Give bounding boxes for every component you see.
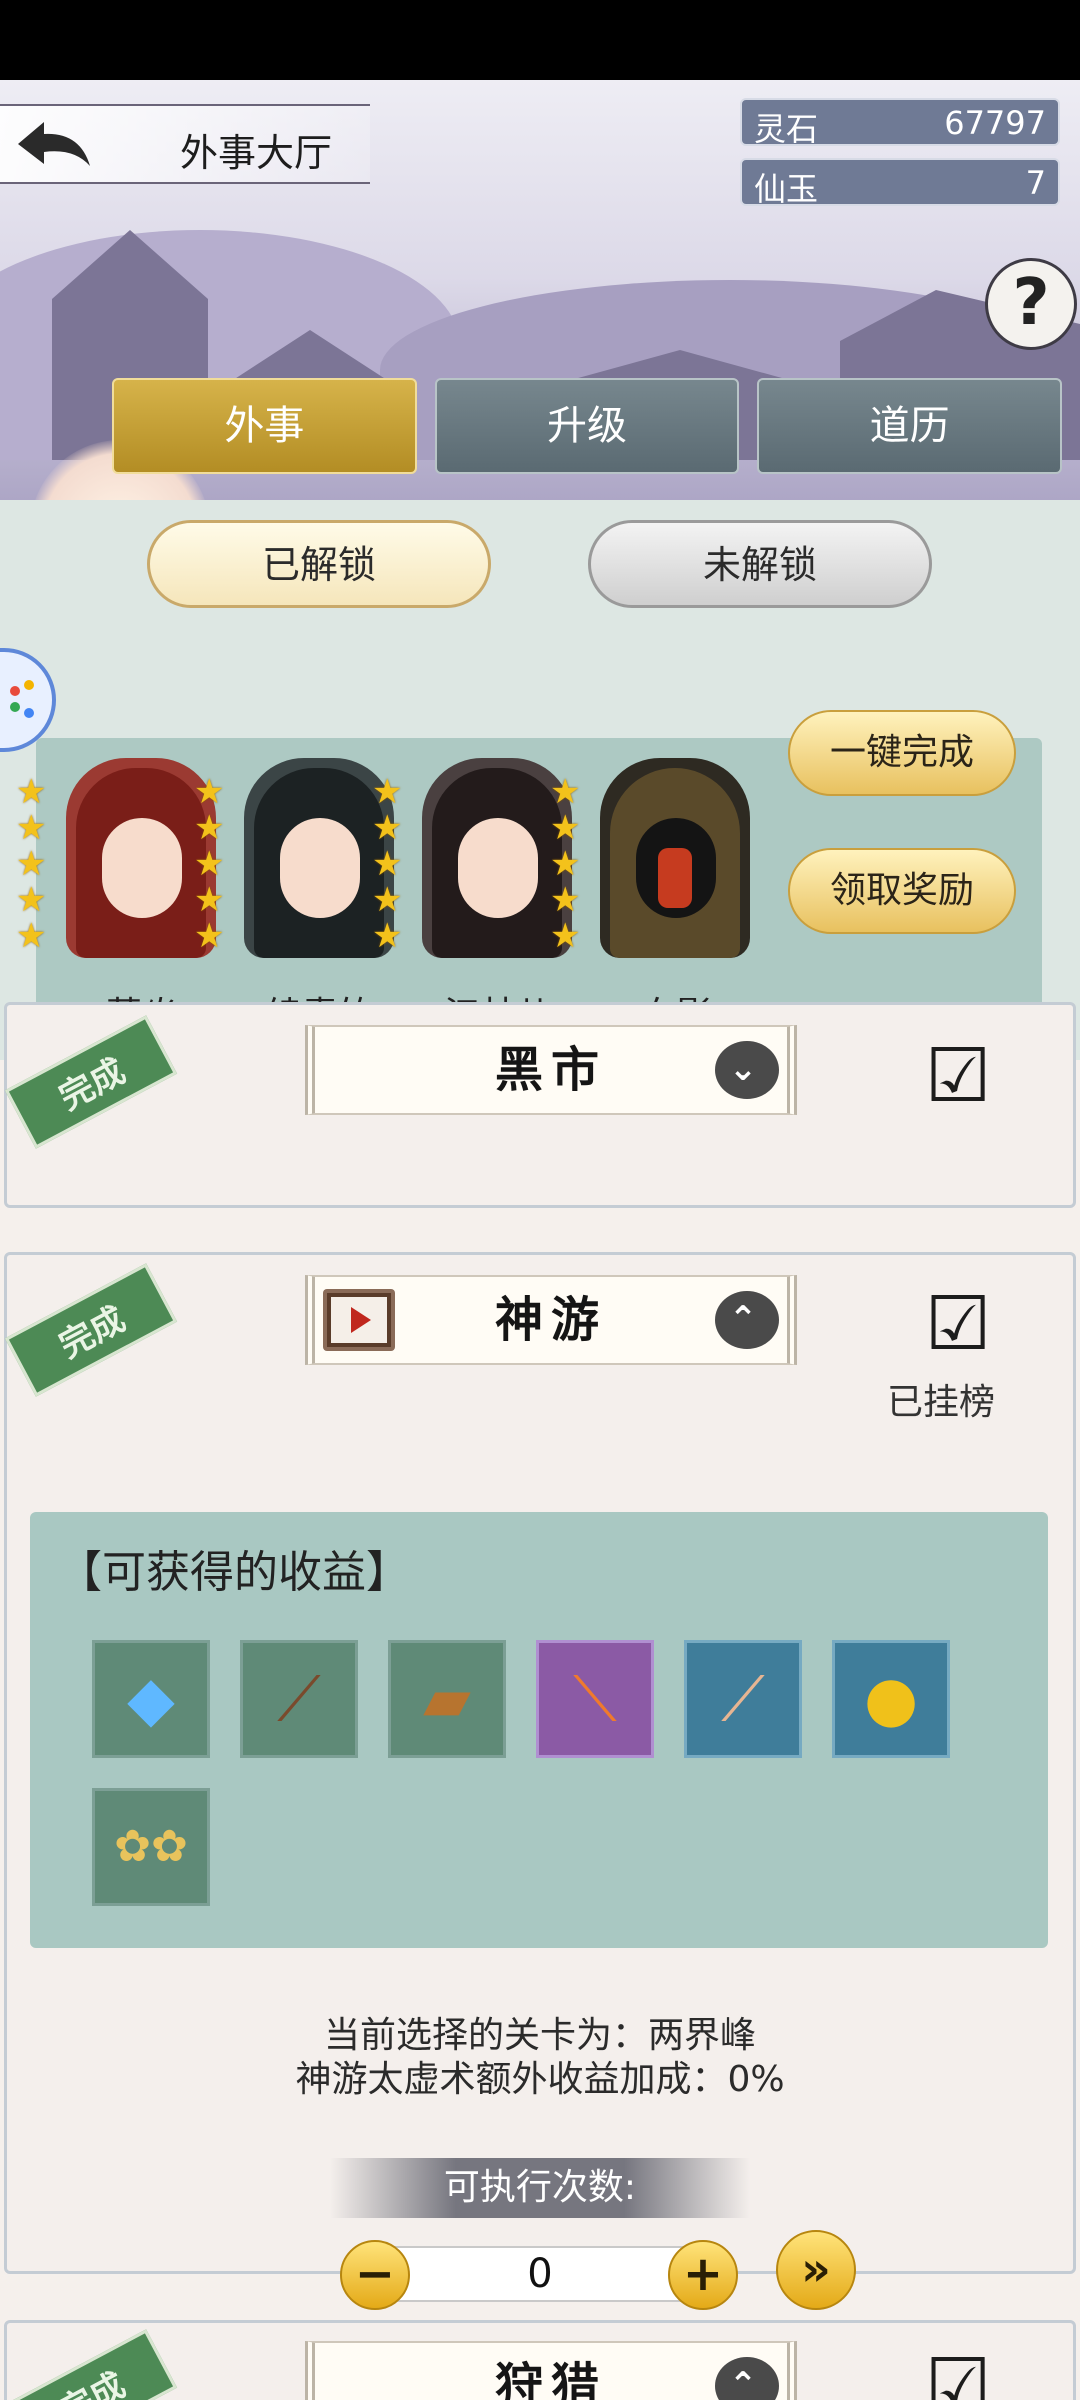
increase-button[interactable]: +	[668, 2240, 738, 2310]
hero-portrait	[600, 758, 750, 958]
tab-daoli[interactable]: 道历	[757, 378, 1063, 474]
claim-reward-button[interactable]: 领取奖励	[788, 848, 1016, 934]
branch-icon[interactable]: ⟋	[240, 1640, 358, 1758]
task-title-scroll[interactable]: 狩猎 ⌃	[305, 2341, 797, 2400]
currency-value: 7	[1025, 164, 1046, 202]
currency-spirit-stone: 灵石 67797	[740, 98, 1060, 148]
complete-stamp: 完成	[4, 1015, 178, 1149]
complete-all-button[interactable]: 一键完成	[788, 710, 1016, 796]
status-posted: 已挂榜	[887, 1382, 996, 1423]
scroll-icon[interactable]: ⟋	[684, 1640, 802, 1758]
task-card-hunting: 完成 狩猎 ⌃ ☑	[4, 2320, 1076, 2400]
check-icon[interactable]: ☑	[925, 2343, 991, 2400]
task-card-black-market: 完成 黑市 ⌄ ☑	[4, 1002, 1076, 1208]
executions-label: 可执行次数:	[330, 2158, 750, 2218]
gold-pill-icon[interactable]: ●	[832, 1640, 950, 1758]
task-title-scroll[interactable]: 神游 ⌃	[305, 1275, 797, 1365]
sub-tab-unlocked[interactable]: 已解锁	[147, 520, 491, 608]
task-title: 狩猎	[494, 2358, 607, 2400]
reward-title: 【可获得的收益】	[58, 1547, 410, 1598]
complete-stamp: 完成	[4, 2329, 178, 2400]
bonus-info: 神游太虚术额外收益加成：0%	[295, 2059, 785, 2100]
help-button[interactable]: ?	[985, 258, 1077, 350]
check-icon[interactable]: ☑	[925, 1033, 991, 1119]
back-arrow-icon[interactable]	[14, 118, 94, 174]
main-tabs: 外事 升级 道历	[112, 378, 1063, 476]
title-bar: 外事大厅	[0, 104, 370, 184]
task-title: 黑市	[494, 1042, 607, 1098]
currency-name: 仙玉	[754, 170, 819, 208]
tab-upgrade[interactable]: 升级	[434, 378, 740, 474]
task-title-scroll[interactable]: 黑市 ⌄	[305, 1025, 797, 1115]
tab-waishi[interactable]: 外事	[112, 378, 417, 474]
video-icon[interactable]	[323, 1289, 395, 1351]
max-button[interactable]: »	[776, 2230, 856, 2310]
hero-stars: ★ ★ ★ ★ ★	[550, 772, 581, 956]
page-title: 外事大厅	[180, 131, 333, 175]
decrease-button[interactable]: −	[340, 2240, 410, 2310]
chevron-down-icon[interactable]: ⌄	[715, 1041, 779, 1099]
hero-xueying[interactable]	[600, 758, 760, 958]
hero-stars: ★ ★ ★ ★ ★	[16, 772, 47, 956]
executions-count-field[interactable]: 0	[378, 2246, 702, 2302]
complete-stamp: 完成	[4, 1263, 178, 1397]
sub-tab-locked[interactable]: 未解锁	[588, 520, 932, 608]
spear-icon[interactable]: ⟍	[536, 1640, 654, 1758]
main-screen: 外事大厅 灵石 67797 仙玉 7 ? 外事 升级 道历 已解锁 未解锁 ★ ★…	[0, 80, 1080, 2400]
check-icon[interactable]: ☑	[925, 1281, 991, 1367]
currency-name: 灵石	[754, 110, 819, 148]
task-title: 神游	[494, 1292, 607, 1348]
hero-stars: ★ ★ ★ ★ ★	[194, 772, 225, 956]
status-bar	[0, 0, 1080, 80]
wood-block-icon[interactable]: ▰	[388, 1640, 506, 1758]
hero-stars: ★ ★ ★ ★ ★	[372, 772, 403, 956]
currency-value: 67797	[944, 104, 1046, 142]
chevron-up-icon[interactable]: ⌃	[715, 1291, 779, 1349]
flowers-icon[interactable]: ✿✿	[92, 1788, 210, 1906]
currency-jade: 仙玉 7	[740, 158, 1060, 208]
crystal-icon[interactable]: ◆	[92, 1640, 210, 1758]
chevron-up-icon[interactable]: ⌃	[715, 2357, 779, 2400]
